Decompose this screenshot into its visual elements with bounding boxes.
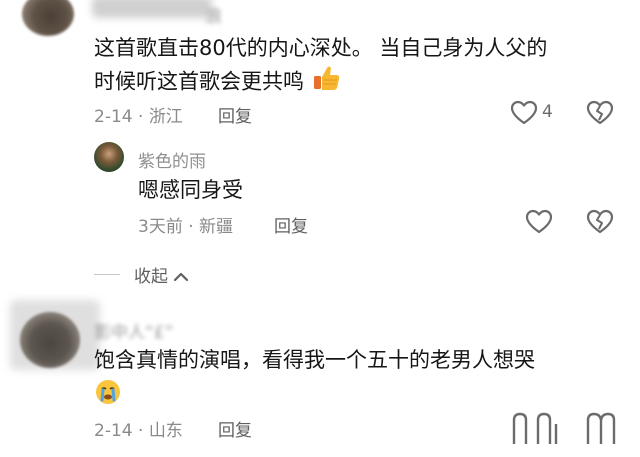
meta-separator: · [138, 421, 144, 441]
heart-icon [525, 209, 553, 234]
collapse-label: 收起 [134, 267, 168, 287]
broken-heart-icon [586, 412, 616, 444]
reply-button[interactable]: 回复 [274, 212, 308, 237]
broken-heart-icon [586, 100, 614, 125]
redaction-mark [92, 0, 212, 18]
reply-location: 新疆 [199, 217, 234, 237]
reply-meta: 3天前 · 新疆 [138, 212, 233, 237]
dislike-button[interactable] [586, 410, 616, 448]
comment-meta: 2-14 · 山东 [94, 416, 183, 441]
comment-location: 山东 [148, 421, 183, 441]
dislike-button[interactable] [586, 100, 614, 130]
comment-text: 饱含真情的演唱，看得我一个五十的老男人想哭 [94, 348, 535, 372]
reply-button[interactable]: 回复 [218, 102, 252, 127]
heart-icon [510, 100, 538, 125]
comment-location: 浙江 [148, 107, 183, 127]
comment-text-line: 时候听这首歌会更共鸣 [94, 64, 341, 101]
comment-author[interactable]: 影中人“£” [94, 318, 173, 343]
avatar[interactable] [20, 312, 80, 368]
dislike-button[interactable] [586, 209, 614, 239]
divider [94, 274, 120, 275]
avatar[interactable] [94, 142, 124, 172]
chevron-up-icon [174, 272, 189, 282]
comment-text-line: 这首歌直击80代的内心深处。 当自己身为人父的 [94, 36, 548, 60]
comment-date: 2-14 [94, 107, 133, 127]
like-button[interactable] [510, 100, 538, 130]
like-count: 4 [542, 102, 553, 122]
collapse-button[interactable]: 收起 [134, 262, 189, 287]
like-button[interactable] [510, 410, 558, 448]
reply-date: 3天前 [138, 217, 183, 237]
heart-icon [512, 412, 558, 444]
crying-face-icon [94, 378, 122, 410]
comment-meta: 2-14 · 浙江 [94, 102, 183, 127]
broken-heart-icon [586, 209, 614, 234]
meta-separator: · [188, 217, 194, 237]
meta-separator: · [138, 107, 144, 127]
avatar[interactable] [22, 0, 74, 36]
like-button[interactable] [525, 209, 553, 239]
reply-button[interactable]: 回复 [218, 416, 252, 441]
reply-author[interactable]: 紫色的雨 [138, 147, 206, 172]
thumbs-up-icon [311, 64, 341, 101]
comment-author[interactable]: 浪 [205, 2, 222, 27]
comment-text: 时候听这首歌会更共鸣 [94, 69, 304, 94]
reply-text: 嗯感同身受 [138, 178, 243, 202]
comment-date: 2-14 [94, 421, 133, 441]
